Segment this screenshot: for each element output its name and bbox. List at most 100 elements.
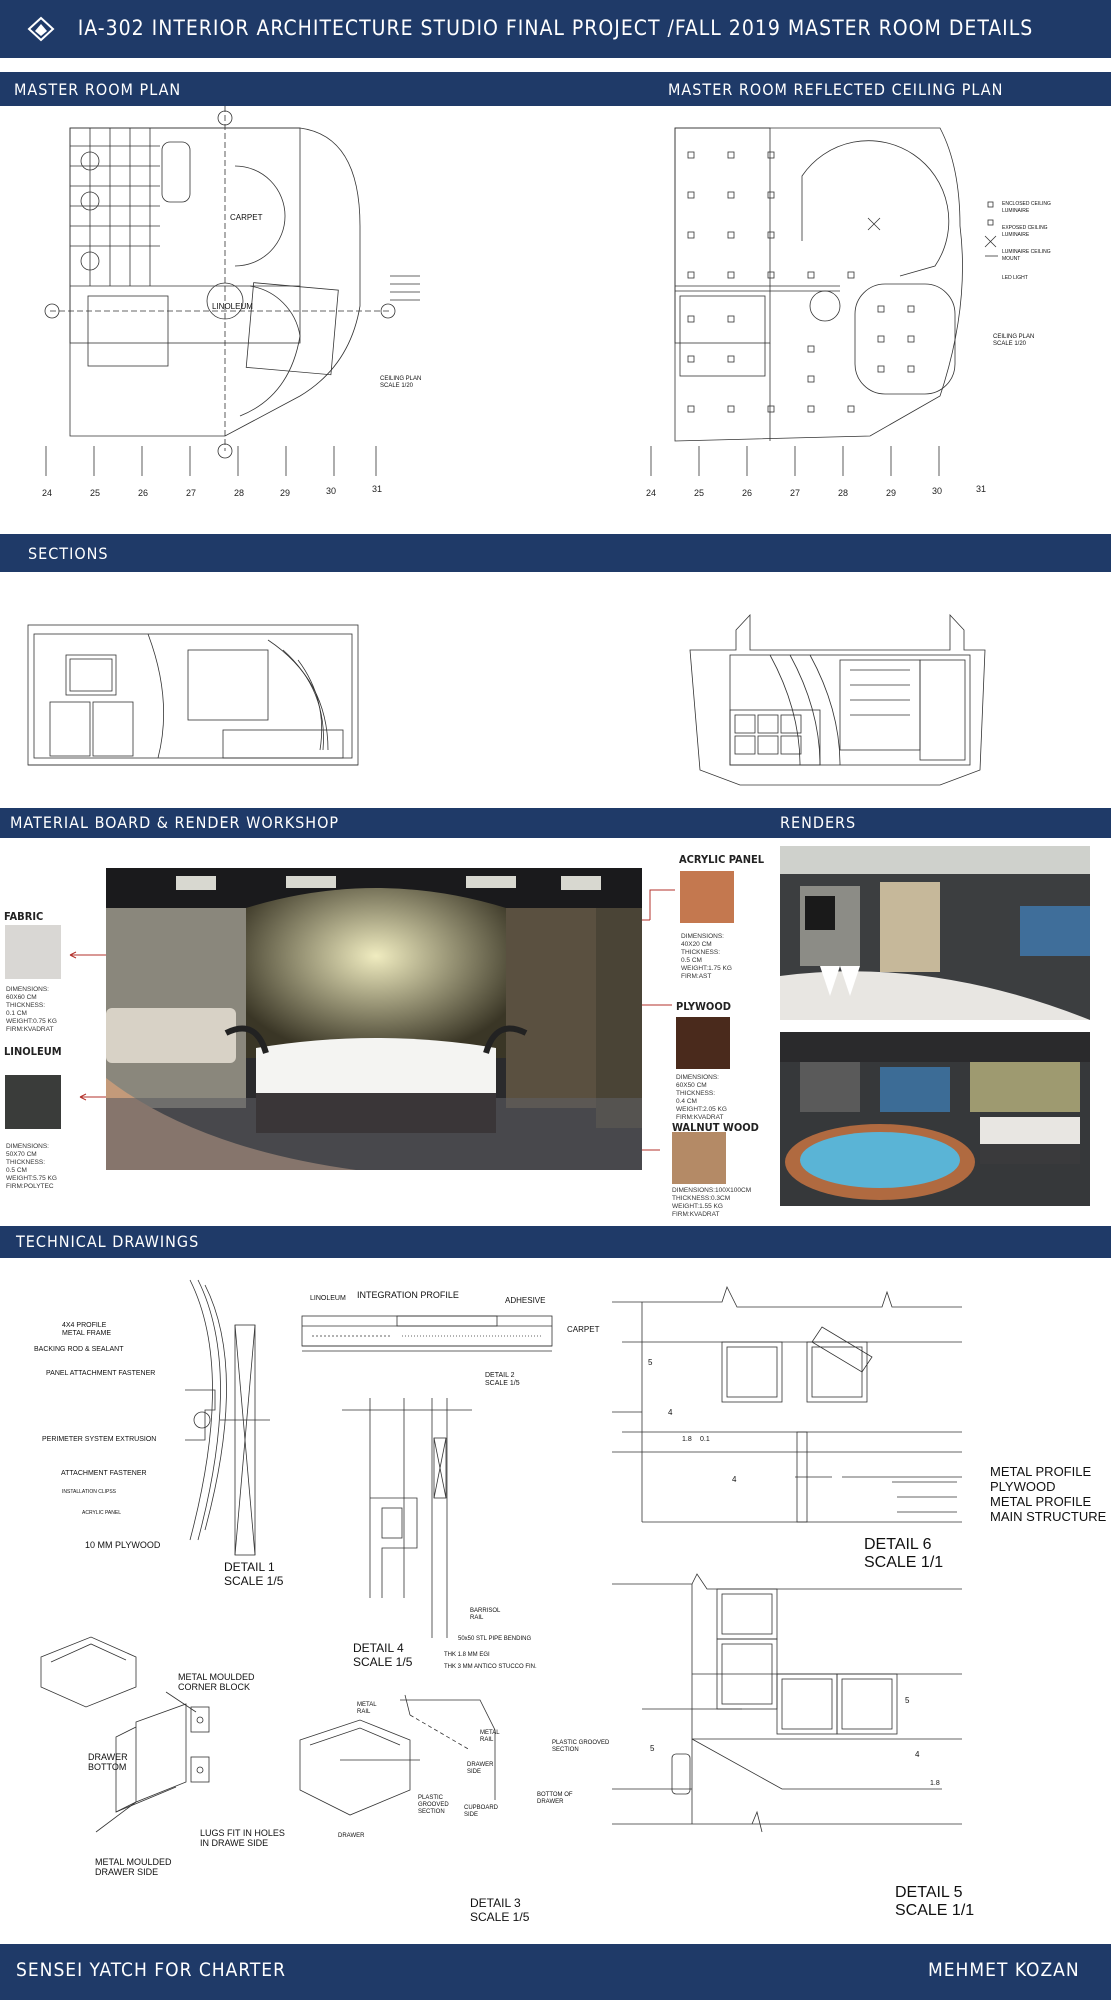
axis-label: 25 (694, 488, 705, 498)
drawer-label: METAL MOULDED CORNER BLOCK (178, 1672, 255, 1692)
detail5-dim: 1.8 (930, 1780, 940, 1787)
material-board-title: MATERIAL BOARD & RENDER WORKSHOP (10, 813, 340, 832)
acrylic-spec: DIMENSIONS: 40X20 CM THICKNESS: 0.5 CM W… (681, 933, 732, 980)
walnut-spec: DIMENSIONS:100X100CM THICKNESS:0.3CM WEI… (672, 1187, 752, 1218)
detail1-label: 4X4 PROFILE METAL FRAME (62, 1322, 112, 1337)
detail6-dim: 4 (668, 1408, 673, 1417)
detail3-label: PLASTIC GROOVED SECTION (552, 1740, 610, 1753)
footer-project-name: SENSEI YATCH FOR CHARTER (16, 1959, 286, 1981)
detail4-label: 50x50 STL PIPE BENDING (458, 1636, 532, 1642)
detail6-drawing (612, 1285, 962, 1523)
detail4-drawing (342, 1398, 472, 1638)
detail6-dim: 0.1 (700, 1436, 710, 1443)
plan-axis-labels: 24 25 26 27 28 29 30 31 (0, 484, 550, 502)
detail1-label: PERIMETER SYSTEM EXTRUSION (42, 1436, 157, 1443)
detail6-label: METAL PROFILE (990, 1494, 1092, 1509)
axis-label: 28 (234, 488, 245, 498)
acrylic-swatch (680, 871, 734, 923)
detail6-label: METAL PROFILE (990, 1464, 1092, 1479)
detail3-title: DETAIL 3 SCALE 1/5 (470, 1896, 530, 1924)
axis-label: 26 (742, 488, 753, 498)
detail5-drawing (612, 1573, 962, 1833)
rcp-scale-label: CEILING PLAN SCALE 1/20 (993, 334, 1035, 347)
master-room-plan-drawing (44, 106, 420, 476)
technical-drawings-title: TECHNICAL DRAWINGS (16, 1232, 200, 1251)
axis-label: 29 (280, 488, 291, 498)
detail6-title: DETAIL 6 SCALE 1/1 (864, 1536, 944, 1571)
detail2-title: DETAIL 2 SCALE 1/5 (485, 1372, 520, 1387)
detail1-label: ATTACHMENT FASTENER (61, 1470, 147, 1477)
detail6-dim: 1.8 (682, 1436, 692, 1443)
axis-label: 30 (326, 486, 337, 496)
detail6-label: MAIN STRUCTURE (990, 1509, 1107, 1524)
plywood-spec: DIMENSIONS: 60X50 CM THICKNESS: 0.4 CM W… (676, 1074, 727, 1121)
detail3-label: DRAWER SIDE (467, 1762, 494, 1775)
plywood-swatch (676, 1017, 730, 1069)
detail3-drawing (299, 1694, 496, 1816)
detail4-label: THK 3 MM ANTICO STUCCO FIN. (444, 1664, 537, 1670)
page-title: IA-302 INTERIOR ARCHITECTURE STUDIO FINA… (77, 16, 1034, 40)
axis-label: 29 (886, 488, 897, 498)
sections-title: SECTIONS (28, 544, 109, 563)
carpet-label: CARPET (230, 213, 263, 222)
detail3-label: CUPBOARD SIDE (464, 1805, 499, 1818)
acrylic-title: ACRYLIC PANEL (679, 853, 765, 866)
sections-title-band: SECTIONS (0, 534, 1111, 572)
axis-label: 27 (186, 488, 197, 498)
detail5-dim: 4 (915, 1750, 920, 1759)
detail2-label: INTEGRATION PROFILE (357, 1290, 459, 1300)
detail3-label: METAL RAIL (480, 1730, 500, 1743)
legend-item: LED LIGHT (1002, 275, 1028, 281)
detail4-label: THK 1.8 MM EGI (444, 1652, 490, 1658)
rcp-axis-labels: 24 25 26 27 28 29 30 31 (640, 484, 1110, 502)
section-drawing-right (689, 613, 986, 786)
detail2-drawing (301, 1315, 553, 1352)
footer-band: SENSEI YATCH FOR CHARTER MEHMET KOZAN (0, 1944, 1111, 2000)
legend-item: EXPOSED CEILING LUMINAIRE (1002, 225, 1048, 238)
linoleum-label: LINOLEUM (212, 302, 253, 311)
axis-label: 24 (42, 488, 53, 498)
axis-label: 30 (932, 486, 943, 496)
detail2-label: ADHESIVE (505, 1296, 546, 1305)
axis-label: 25 (90, 488, 101, 498)
legend-item: ENCLOSED CEILING LUMINAIRE (1002, 201, 1051, 214)
detail3-label: DRAWER (338, 1833, 365, 1839)
axis-label: 31 (372, 484, 383, 494)
detail1-label: 10 MM PLYWOOD (85, 1540, 161, 1550)
detail6-label: PLYWOOD (990, 1479, 1056, 1494)
master-room-plan-title: MASTER ROOM PLAN (14, 80, 182, 99)
axis-label: 28 (838, 488, 849, 498)
detail1-label: INSTALLATION CLIPSS (62, 1489, 116, 1495)
detail1-label: ACRYLIC PANEL (82, 1510, 121, 1516)
detail2-label: CARPET (567, 1325, 600, 1334)
detail1-drawing (185, 1279, 270, 1556)
plan-scale-label: CEILING PLAN SCALE 1/20 (380, 376, 422, 389)
detail5-dim: 5 (905, 1696, 910, 1705)
reflected-ceiling-plan-title: MASTER ROOM REFLECTED CEILING PLAN (668, 80, 1004, 99)
rcp-legend: ENCLOSED CEILING LUMINAIRE EXPOSED CEILI… (1002, 201, 1062, 282)
renders-title: RENDERS (780, 813, 857, 832)
detail3-label: PLASTIC GROOVED SECTION (418, 1795, 449, 1815)
section-drawing-left (27, 624, 359, 766)
detail2-label: LINOLEUM (310, 1295, 346, 1302)
plans-title-band: MASTER ROOM PLAN MASTER ROOM REFLECTED C… (0, 72, 1111, 106)
header-band: IA-302 INTERIOR ARCHITECTURE STUDIO FINA… (0, 0, 1111, 58)
footer-author: MEHMET KOZAN (928, 1959, 1080, 1981)
detail4-label: BARRISOL RAIL (470, 1608, 501, 1621)
drawer-label: LUGS FIT IN HOLES IN DRAWE SIDE (200, 1828, 285, 1848)
detail4-title: DETAIL 4 SCALE 1/5 (353, 1641, 413, 1669)
walnut-swatch (672, 1132, 726, 1184)
detail5-title: DETAIL 5 SCALE 1/1 (895, 1884, 975, 1919)
detail5-dim: 5 (650, 1744, 655, 1753)
detail1-label: PANEL ATTACHMENT FASTENER (46, 1370, 156, 1377)
axis-label: 26 (138, 488, 149, 498)
plywood-title: PLYWOOD (676, 1000, 731, 1013)
render-image-1 (780, 846, 1090, 1020)
detail3-label: BOTTOM OF DRAWER (537, 1792, 573, 1805)
axis-label: 31 (976, 484, 987, 494)
render-image-2 (780, 1032, 1090, 1206)
detail1-title: DETAIL 1 SCALE 1/5 (224, 1560, 284, 1588)
reflected-ceiling-plan-drawing (650, 127, 998, 476)
axis-label: 24 (646, 488, 657, 498)
detail3-label: METAL RAIL (357, 1702, 377, 1715)
